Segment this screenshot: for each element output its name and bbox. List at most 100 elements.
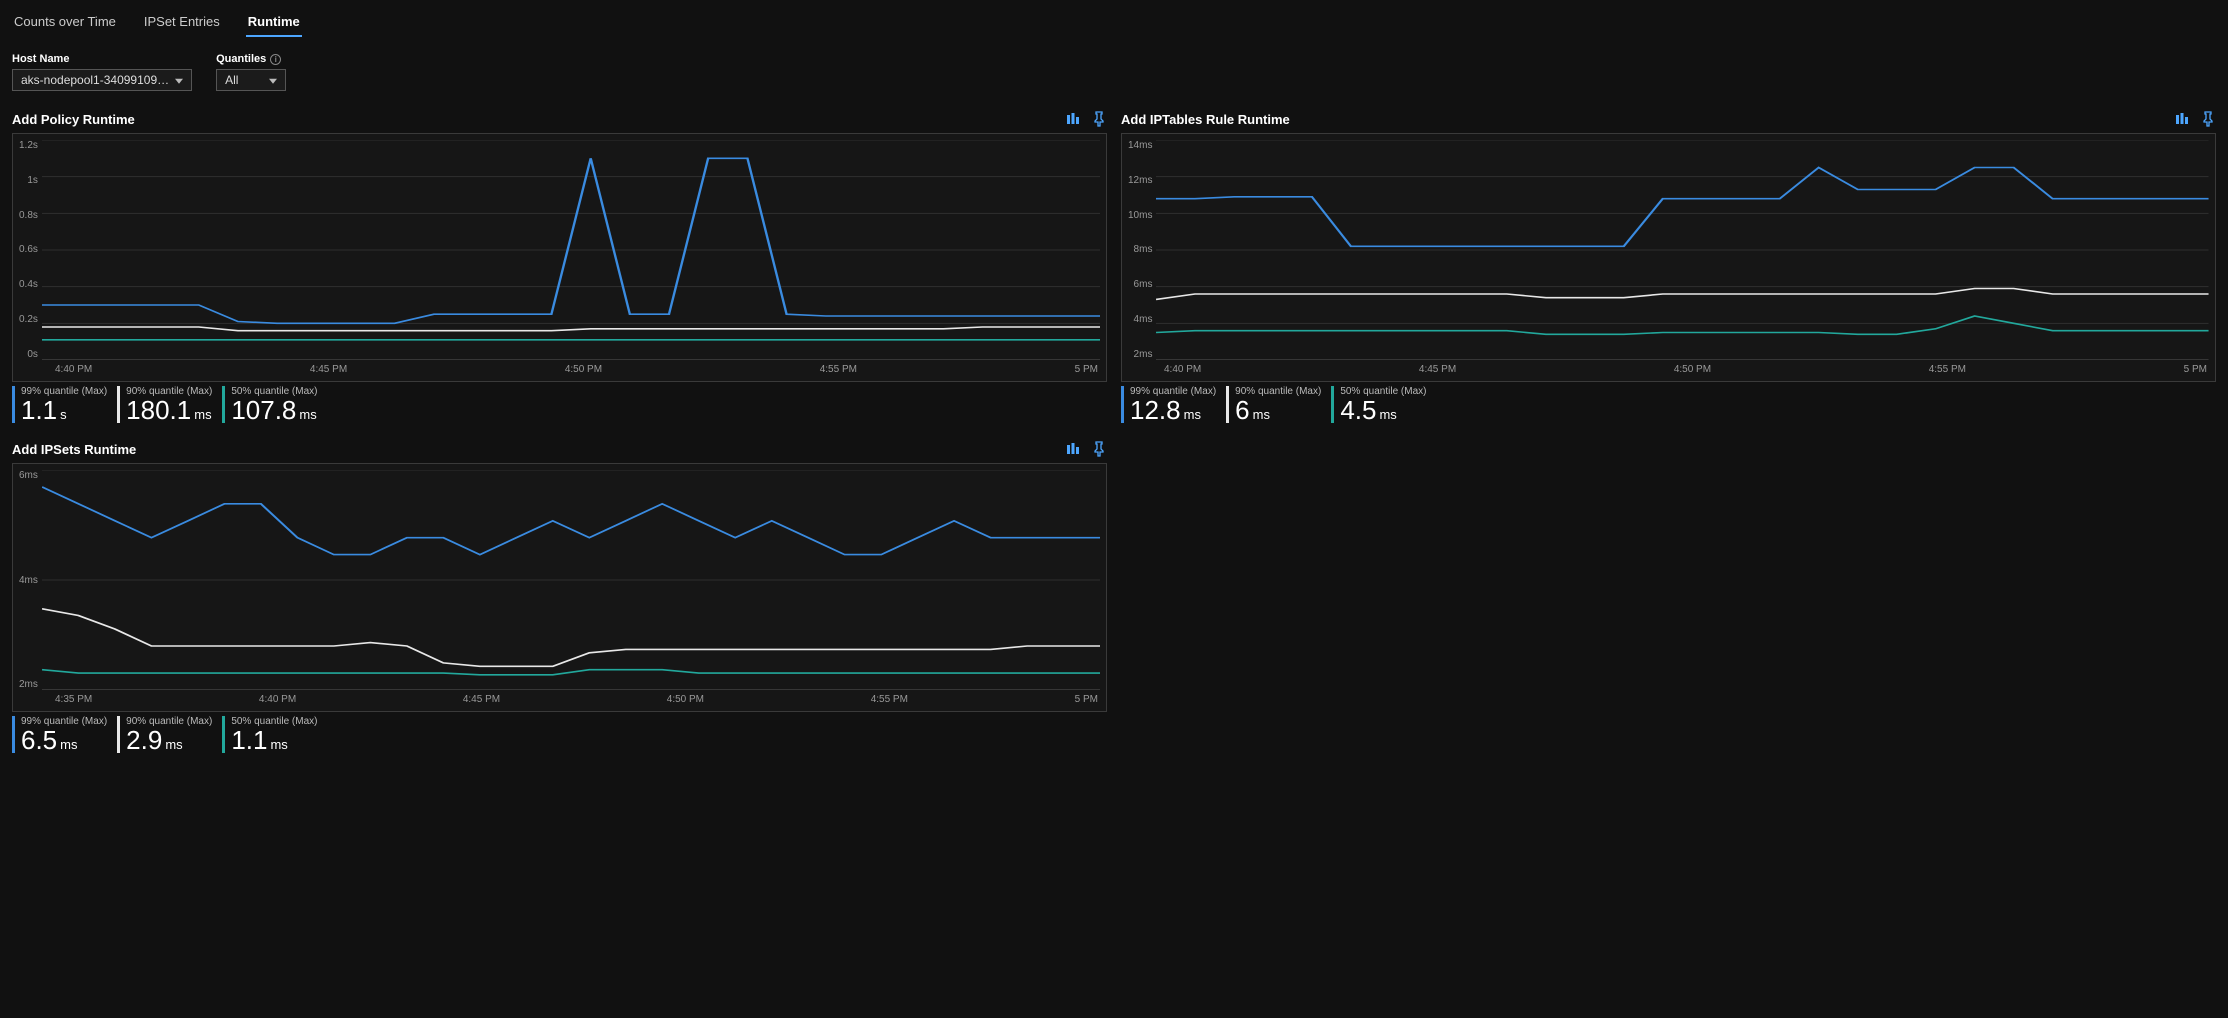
plot-box: 14ms12ms10ms8ms6ms4ms2ms4:40 PM4:45 PM4:…	[1121, 133, 2216, 382]
panel-actions	[2174, 111, 2216, 127]
legend-item[interactable]: 99% quantile (Max)6.5ms	[12, 716, 107, 753]
panel-header: Add Policy Runtime	[12, 109, 1107, 133]
legend-unit: ms	[1379, 407, 1396, 422]
legend-row: 99% quantile (Max)1.1s 90% quantile (Max)…	[12, 382, 1107, 425]
y-tick: 6ms	[19, 470, 38, 481]
legend-value: 1.1	[231, 727, 267, 753]
x-tick: 5 PM	[1075, 694, 1098, 705]
series-line	[42, 487, 1100, 555]
plot-area[interactable]: 1.2s1s0.8s0.6s0.4s0.2s0s	[19, 140, 1100, 360]
legend-item[interactable]: 90% quantile (Max)6ms	[1226, 386, 1321, 423]
x-tick: 4:35 PM	[55, 694, 92, 705]
x-tick: 4:50 PM	[1674, 364, 1711, 375]
y-tick: 2ms	[19, 679, 38, 690]
log-analytics-icon[interactable]	[1065, 441, 1081, 457]
series-line	[1156, 168, 2209, 247]
panel-title: Add IPTables Rule Runtime	[1121, 112, 1290, 127]
legend-value: 6.5	[21, 727, 57, 753]
quantiles-label-text: Quantiles	[216, 53, 266, 65]
x-tick: 4:45 PM	[1419, 364, 1456, 375]
chart-panel-iptables: Add IPTables Rule Runtime14ms12ms10ms8ms…	[1121, 109, 2216, 425]
y-axis: 14ms12ms10ms8ms6ms4ms2ms	[1128, 140, 1156, 360]
x-tick: 4:45 PM	[310, 364, 347, 375]
chart-svg	[1156, 140, 2209, 360]
series-line	[42, 609, 1100, 667]
pin-icon[interactable]	[2200, 111, 2216, 127]
series-line	[42, 670, 1100, 675]
quantiles-select[interactable]: All	[216, 69, 286, 91]
y-tick: 0.4s	[19, 279, 38, 290]
legend-item[interactable]: 90% quantile (Max)180.1ms	[117, 386, 212, 423]
y-axis: 6ms4ms2ms	[19, 470, 42, 690]
y-tick: 8ms	[1134, 244, 1153, 255]
legend-item[interactable]: 50% quantile (Max)4.5ms	[1331, 386, 1426, 423]
chart-grid: Add Policy Runtime1.2s1s0.8s0.6s0.4s0.2s…	[0, 103, 2228, 767]
legend-value: 2.9	[126, 727, 162, 753]
y-axis: 1.2s1s0.8s0.6s0.4s0.2s0s	[19, 140, 42, 360]
tab-bar: Counts over Time IPSet Entries Runtime	[0, 0, 2228, 37]
plot-area[interactable]: 6ms4ms2ms	[19, 470, 1100, 690]
x-tick: 4:40 PM	[259, 694, 296, 705]
x-tick: 4:50 PM	[565, 364, 602, 375]
legend-value: 107.8	[231, 397, 296, 423]
legend-value: 12.8	[1130, 397, 1181, 423]
x-tick: 4:50 PM	[667, 694, 704, 705]
pin-icon[interactable]	[1091, 441, 1107, 457]
x-tick: 4:40 PM	[1164, 364, 1201, 375]
legend-unit: ms	[165, 737, 182, 752]
panel-header: Add IPTables Rule Runtime	[1121, 109, 2216, 133]
hostname-select[interactable]: aks-nodepool1-34099109…	[12, 69, 192, 91]
y-tick: 10ms	[1128, 210, 1152, 221]
legend-unit: ms	[194, 407, 211, 422]
filter-bar: Host Name aks-nodepool1-34099109… Quanti…	[0, 37, 2228, 103]
chart-svg	[42, 140, 1100, 360]
legend-value: 1.1	[21, 397, 57, 423]
chart-panel-ipsets: Add IPSets Runtime 6ms4ms2ms 4:35 PM 4:40 P…	[12, 439, 1107, 755]
chart-svg	[42, 470, 1100, 690]
y-tick: 0.2s	[19, 314, 38, 325]
legend-item[interactable]: 50% quantile (Max)1.1ms	[222, 716, 317, 753]
legend-item[interactable]: 99% quantile (Max)12.8ms	[1121, 386, 1216, 423]
y-tick: 0s	[27, 349, 38, 360]
tab-ipset[interactable]: IPSet Entries	[142, 8, 222, 37]
y-tick: 0.6s	[19, 244, 38, 255]
legend-item[interactable]: 90% quantile (Max)2.9ms	[117, 716, 212, 753]
legend-unit: ms	[299, 407, 316, 422]
hostname-filter-group: Host Name aks-nodepool1-34099109…	[12, 53, 192, 91]
pin-icon[interactable]	[1091, 111, 1107, 127]
x-axis: 4:40 PM 4:45 PM 4:50 PM 4:55 PM 5 PM	[19, 360, 1100, 381]
legend-value: 6	[1235, 397, 1249, 423]
plot-area[interactable]: 14ms12ms10ms8ms6ms4ms2ms	[1128, 140, 2209, 360]
x-tick: 4:55 PM	[820, 364, 857, 375]
legend-value: 4.5	[1340, 397, 1376, 423]
tab-counts[interactable]: Counts over Time	[12, 8, 118, 37]
legend-item[interactable]: 50% quantile (Max)107.8ms	[222, 386, 317, 423]
panel-title: Add Policy Runtime	[12, 112, 135, 127]
log-analytics-icon[interactable]	[1065, 111, 1081, 127]
x-tick: 5 PM	[1075, 364, 1098, 375]
plot-box: 6ms4ms2ms4:35 PM4:40 PM4:45 PM4:50 PM4:5…	[12, 463, 1107, 712]
legend-row: 99% quantile (Max)6.5ms 90% quantile (Max…	[12, 712, 1107, 755]
series-line	[42, 158, 1100, 323]
log-analytics-icon[interactable]	[2174, 111, 2190, 127]
series-line	[1156, 316, 2209, 334]
x-axis: 4:35 PM4:40 PM4:45 PM4:50 PM4:55 PM5 PM	[19, 690, 1100, 711]
series-line	[1156, 289, 2209, 300]
quantiles-label: Quantiles i	[216, 53, 286, 65]
series-line	[42, 327, 1100, 331]
plot-box: 1.2s1s0.8s0.6s0.4s0.2s0s4:40 PM4:45 PM4:…	[12, 133, 1107, 382]
legend-row: 99% quantile (Max)12.8ms 90% quantile (Ma…	[1121, 382, 2216, 425]
x-tick: 4:40 PM	[55, 364, 92, 375]
legend-item[interactable]: 99% quantile (Max)1.1s	[12, 386, 107, 423]
y-tick: 0.8s	[19, 210, 38, 221]
legend-unit: ms	[60, 737, 77, 752]
y-tick: 4ms	[1134, 314, 1153, 325]
tab-runtime[interactable]: Runtime	[246, 8, 302, 37]
panel-title: Add IPSets Runtime	[12, 442, 136, 457]
panel-actions	[1065, 441, 1107, 457]
info-icon[interactable]: i	[270, 54, 281, 65]
x-axis: 4:40 PM4:45 PM4:50 PM4:55 PM5 PM	[1128, 360, 2209, 381]
legend-unit: ms	[1184, 407, 1201, 422]
legend-value: 180.1	[126, 397, 191, 423]
y-tick: 14ms	[1128, 140, 1152, 151]
